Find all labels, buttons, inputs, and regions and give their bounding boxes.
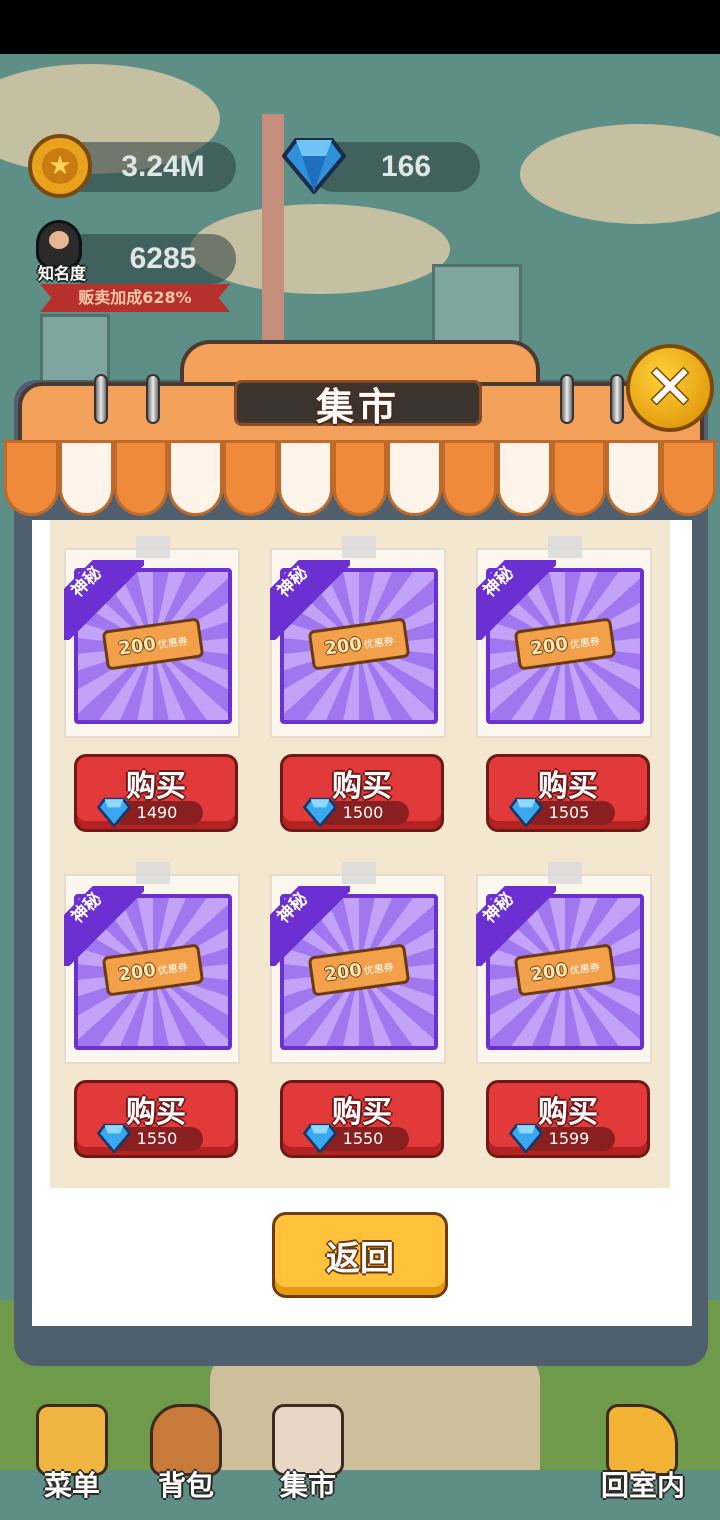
buy-button[interactable]: 购买 1599 [486, 1080, 650, 1158]
tape [342, 536, 376, 558]
mystery-badge-label: 神秘 [479, 889, 518, 928]
buy-button[interactable]: 购买 1550 [74, 1080, 238, 1158]
cloud [520, 124, 720, 224]
item-card[interactable]: 200 优惠券 神秘 [476, 536, 652, 738]
mystery-badge: 神秘 [64, 886, 144, 966]
tape [342, 862, 376, 884]
diamond-icon [303, 797, 337, 827]
gem-value: 166 [380, 150, 432, 183]
mystery-badge-label: 神秘 [67, 563, 106, 602]
coupon-text: 优惠券 [157, 961, 189, 977]
tape [548, 862, 582, 884]
coin-icon: ★ [28, 134, 92, 198]
diamond-icon [509, 1123, 543, 1153]
nav-label: 背包 [157, 1469, 214, 1502]
mystery-badge: 神秘 [476, 560, 556, 640]
mystery-badge-label: 神秘 [273, 563, 312, 602]
buy-button[interactable]: 购买 1490 [74, 754, 238, 832]
coupon-text: 优惠券 [363, 961, 395, 977]
star-icon: ★ [42, 148, 78, 184]
binder-ring [94, 374, 108, 424]
nav-market[interactable]: 集市 [258, 1390, 358, 1510]
mystery-badge-label: 神秘 [67, 889, 106, 928]
nav-menu[interactable]: 菜单 [22, 1390, 122, 1510]
item-card[interactable]: 200 优惠券 神秘 [64, 536, 240, 738]
item-card[interactable]: 200 优惠券 神秘 [270, 536, 446, 738]
nav-label: 回室内 [600, 1469, 685, 1502]
nav-return-home[interactable]: 回室内 [588, 1390, 698, 1510]
mystery-badge: 神秘 [476, 886, 556, 966]
buy-button[interactable]: 购买 1505 [486, 754, 650, 832]
diamond-icon [303, 1123, 337, 1153]
binder-ring [610, 374, 624, 424]
sales-bonus-ribbon: 贩卖加成628% [40, 284, 230, 312]
mystery-badge: 神秘 [270, 886, 350, 966]
binder-ring [146, 374, 160, 424]
status-bar [0, 0, 720, 54]
fame-value: 6285 [129, 242, 197, 275]
mystery-badge-label: 神秘 [479, 563, 518, 602]
nav-label: 菜单 [43, 1469, 100, 1502]
nav-backpack[interactable]: 背包 [136, 1390, 236, 1510]
dialog-title: 集市 [315, 384, 400, 429]
nav-label: 集市 [279, 1469, 336, 1502]
mystery-badge: 神秘 [270, 560, 350, 640]
diamond-icon [509, 797, 543, 827]
item-card[interactable]: 200 优惠券 神秘 [270, 862, 446, 1064]
item-card[interactable]: 200 优惠券 神秘 [64, 862, 240, 1064]
tape [548, 536, 582, 558]
coupon-text: 优惠券 [157, 635, 189, 651]
coin-value: 3.24M [121, 150, 205, 183]
item-card[interactable]: 200 优惠券 神秘 [476, 862, 652, 1064]
fame-label: 知名度 [37, 266, 86, 283]
close-icon: ✕ [644, 353, 696, 423]
dialog-title-plate: 集市 [234, 380, 482, 429]
buy-button[interactable]: 购买 1500 [280, 754, 444, 832]
coupon-text: 优惠券 [363, 635, 395, 651]
mystery-badge-label: 神秘 [273, 889, 312, 928]
awning [4, 440, 716, 526]
back-button[interactable]: 返回 [272, 1212, 448, 1298]
diamond-icon [97, 797, 131, 827]
mystery-badge: 神秘 [64, 560, 144, 640]
diamond-icon [97, 1123, 131, 1153]
coupon-text: 优惠券 [569, 635, 601, 651]
coupon-text: 优惠券 [569, 961, 601, 977]
tape [136, 536, 170, 558]
close-button[interactable]: ✕ [626, 344, 714, 432]
back-label: 返回 [326, 1238, 394, 1279]
buy-button[interactable]: 购买 1550 [280, 1080, 444, 1158]
diamond-icon [282, 138, 346, 194]
binder-ring [560, 374, 574, 424]
tape [136, 862, 170, 884]
